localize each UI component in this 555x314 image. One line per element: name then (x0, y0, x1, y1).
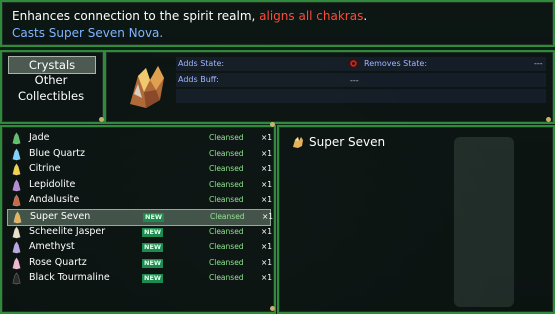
item-name: Citrine (29, 163, 61, 175)
item-row[interactable]: Blue Quartz Cleansed ×1 (7, 147, 273, 162)
item-detail-window: Super Seven (277, 125, 555, 314)
item-row[interactable]: Amethyst NEW Cleansed ×1 (7, 240, 273, 255)
item-name: Black Tourmaline (29, 272, 110, 284)
crystal-icon (13, 211, 22, 224)
item-state: Cleansed (209, 148, 244, 158)
help-line-2: Casts Super Seven Nova. (12, 26, 164, 40)
item-name: Lepidolite (29, 178, 76, 190)
item-row[interactable]: Lepidolite Cleansed ×1 (7, 178, 273, 193)
adds-state-label: Adds State: (178, 59, 225, 68)
removes-state-value: --- (534, 59, 543, 68)
item-count: ×1 (261, 164, 273, 174)
item-state: Cleansed (209, 164, 244, 174)
item-name: Scheelite Jasper (29, 225, 106, 237)
item-count: ×1 (261, 133, 273, 142)
item-name: Super Seven (30, 211, 91, 222)
adds-buff-label: Adds Buff: (178, 75, 219, 84)
item-name: Andalusite (29, 194, 80, 206)
item-name: Jade (29, 132, 50, 143)
item-count: ×1 (261, 242, 273, 252)
item-count: ×1 (261, 195, 273, 205)
item-name: Rose Quartz (29, 256, 87, 268)
new-badge: NEW (142, 227, 164, 237)
crystal-icon (12, 226, 21, 238)
item-row[interactable]: Black Tourmaline NEW Cleansed ×1 (7, 271, 273, 286)
item-count: ×1 (262, 212, 274, 221)
item-status-window: Adds State: Adds Buff: Removes State: --… (104, 50, 555, 124)
item-row[interactable]: Scheelite Jasper NEW Cleansed ×1 (7, 225, 273, 240)
item-name: Blue Quartz (29, 147, 85, 159)
item-state: Cleansed (209, 242, 244, 252)
super-seven-icon (293, 137, 303, 148)
background-crystal-silhouette (454, 137, 514, 307)
item-count: ×1 (261, 179, 273, 189)
category-window: Crystals Other Collectibles (0, 50, 105, 124)
detail-item-name: Super Seven (309, 135, 386, 149)
item-state: Cleansed (210, 212, 245, 221)
item-row[interactable]: Super Seven NEW Cleansed ×1 (7, 209, 274, 226)
item-state: Cleansed (209, 226, 244, 236)
item-row[interactable]: Andalusite Cleansed ×1 (7, 193, 273, 208)
item-state: Cleansed (209, 257, 244, 267)
item-count: ×1 (261, 226, 273, 236)
super-seven-large-icon (130, 66, 164, 108)
crystal-icon (12, 272, 21, 285)
item-state: Cleansed (209, 133, 244, 142)
new-badge: NEW (142, 274, 164, 284)
help-highlight: aligns all chakras (259, 9, 364, 23)
item-count: ×1 (261, 148, 273, 158)
item-count: ×1 (261, 257, 273, 267)
item-count: ×1 (261, 273, 273, 283)
crystal-icon (12, 194, 21, 207)
item-name: Amethyst (29, 241, 75, 253)
new-badge: NEW (143, 213, 165, 222)
crystal-icon (12, 241, 21, 254)
category-other-collectibles[interactable]: Other Collectibles (8, 72, 94, 103)
crystal-icon (12, 257, 21, 270)
item-list-window: Jade Cleansed ×1 Blue Quartz Cleansed ×1 Citri… (0, 125, 276, 314)
item-row[interactable]: Jade Cleansed ×1 (7, 131, 273, 146)
removes-state-label: Removes State: (364, 59, 428, 68)
item-row[interactable]: Rose Quartz NEW Cleansed ×1 (7, 256, 273, 271)
crystal-icon (12, 132, 21, 145)
help-window: Enhances connection to the spirit realm,… (0, 0, 555, 47)
item-state: Cleansed (209, 195, 244, 205)
item-state: Cleansed (209, 179, 244, 189)
item-row[interactable]: Citrine Cleansed ×1 (7, 162, 273, 177)
item-state: Cleansed (209, 273, 244, 283)
crystal-icon (12, 148, 21, 160)
removes-state-value-2: --- (350, 76, 359, 85)
crystal-icon (12, 179, 21, 192)
state-icon (348, 58, 359, 69)
help-line-1: Enhances connection to the spirit realm,… (12, 9, 368, 23)
new-badge: NEW (142, 258, 164, 268)
new-badge: NEW (142, 243, 164, 253)
crystal-icon (12, 163, 21, 176)
